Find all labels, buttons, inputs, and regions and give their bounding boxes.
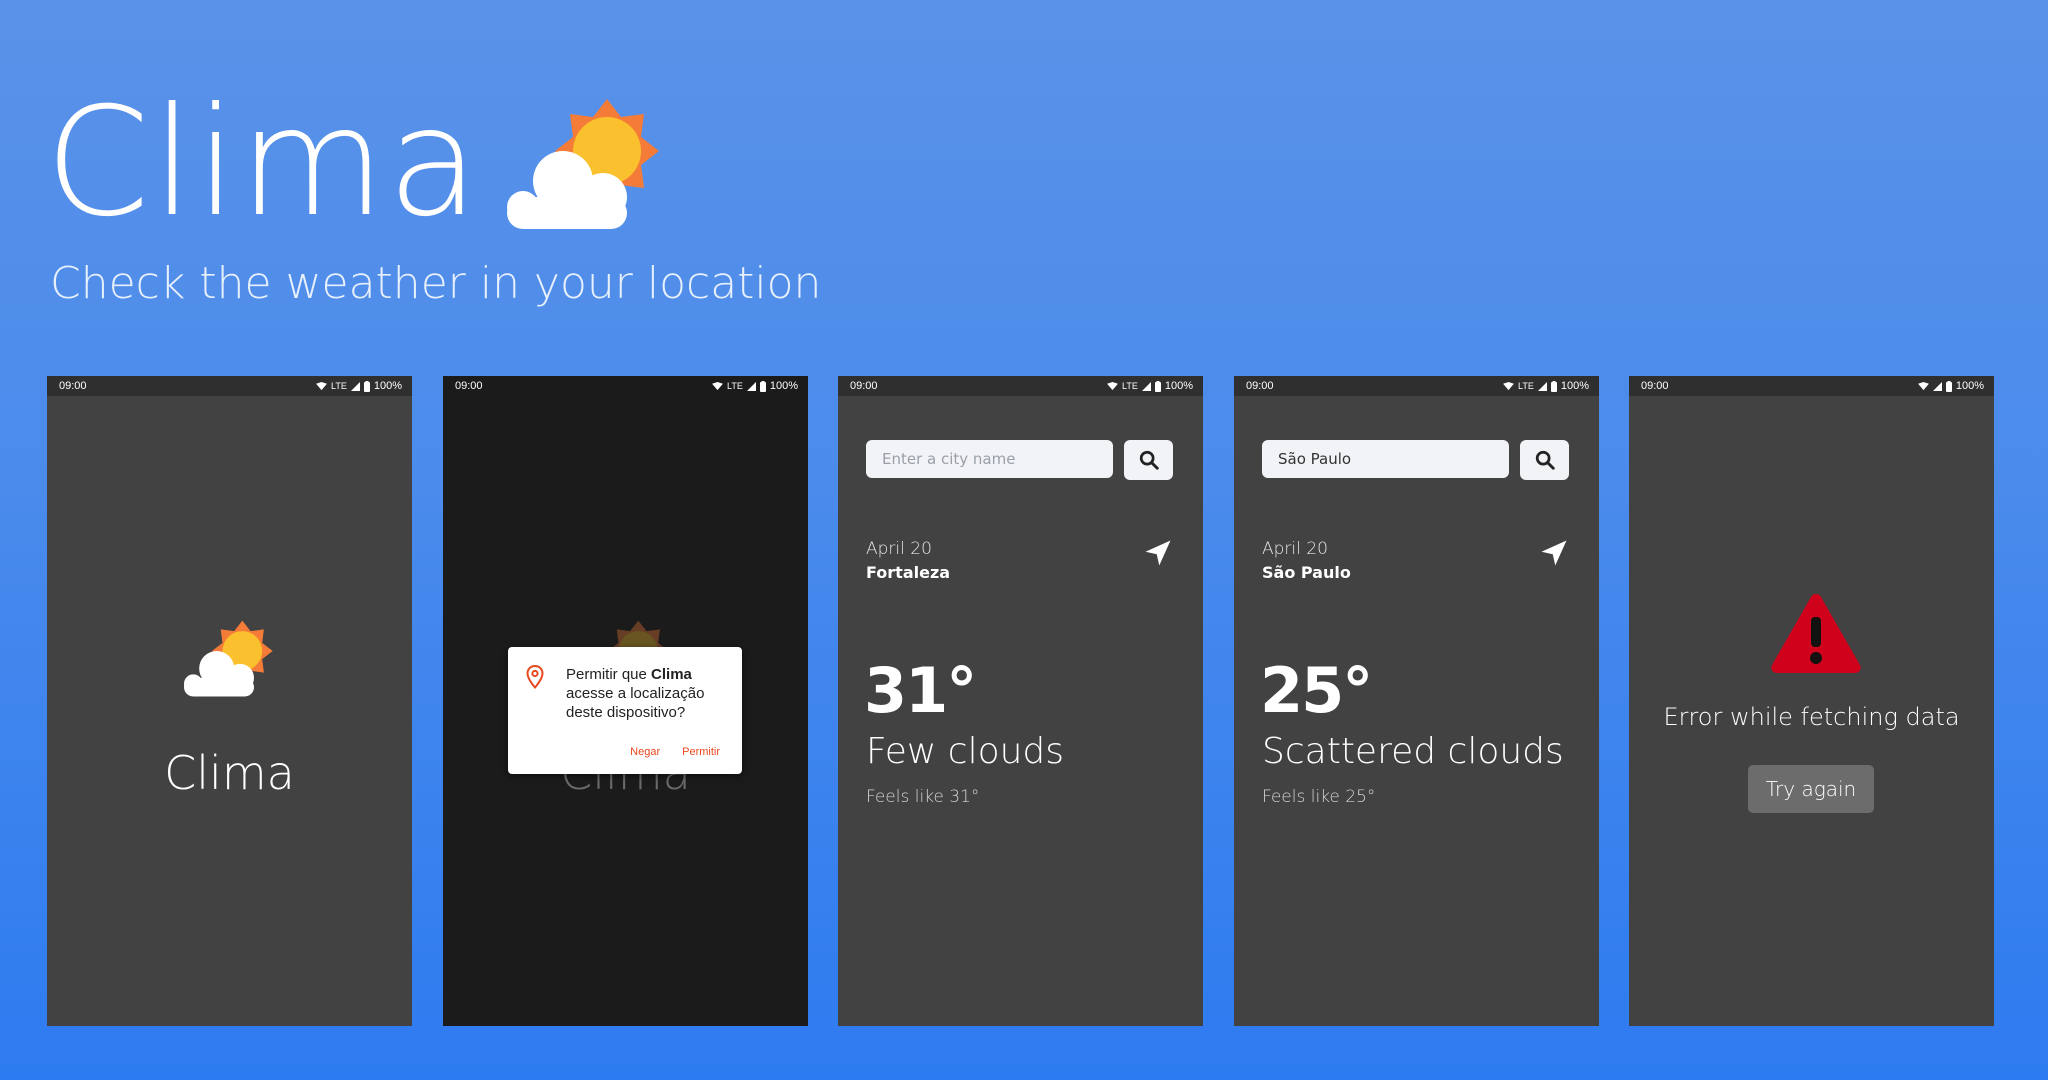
wifi-icon (1503, 382, 1514, 391)
status-bar: 09:00 LTE 100% (1234, 376, 1599, 396)
status-bar: 09:00 100% (1629, 376, 1994, 396)
deny-button[interactable]: Negar (630, 746, 660, 758)
status-bar: 09:00 LTE 100% (838, 376, 1203, 396)
dialog-message: Permitir que Clima acesse a localização … (566, 666, 705, 721)
status-time: 09:00 (1641, 380, 1669, 392)
location-permission-dialog: Permitir que Clima acesse a localização … (508, 647, 742, 774)
error-message: Error while fetching data (1663, 703, 1960, 731)
battery-icon (1551, 381, 1557, 392)
status-time: 09:00 (59, 380, 87, 392)
battery-icon (1155, 381, 1161, 392)
status-time: 09:00 (455, 380, 483, 392)
location-pin-icon (526, 665, 544, 689)
temperature: 31° (864, 654, 977, 727)
city-search-input[interactable] (866, 440, 1113, 478)
city-search-input[interactable] (1262, 440, 1509, 478)
current-location-icon[interactable] (1539, 538, 1569, 568)
status-battery: 100% (1164, 380, 1193, 392)
phone-screen-weather-sao-paulo: 09:00 LTE 100% April 20 São Paulo 25° Sc… (1234, 376, 1599, 1026)
status-time: 09:00 (850, 380, 878, 392)
sun-cloud-icon (495, 93, 675, 233)
sun-cloud-icon (177, 608, 282, 708)
warning-icon (1771, 594, 1861, 673)
wifi-icon (316, 382, 327, 391)
try-again-button[interactable]: Try again (1748, 765, 1874, 813)
search-bar (866, 440, 1173, 480)
status-network: LTE (727, 381, 743, 391)
feels-like: Feels like 25° (1262, 787, 1376, 807)
hero-subtitle: Check the weather in your location (50, 258, 822, 309)
splash-app-name: Clima (164, 746, 295, 800)
weather-date: April 20 (1262, 539, 1328, 559)
search-bar (1262, 440, 1569, 480)
signal-icon (1538, 382, 1547, 391)
status-battery: 100% (769, 380, 798, 392)
search-icon (1534, 449, 1556, 471)
temperature: 25° (1260, 654, 1373, 727)
status-battery: 100% (373, 380, 402, 392)
signal-icon (351, 382, 360, 391)
phone-screen-permission: 09:00 LTE 100% Clima Permitir que Clima … (443, 376, 808, 1026)
status-network: LTE (1122, 381, 1138, 391)
weather-description: Few clouds (866, 731, 1065, 772)
status-bar: 09:00 LTE 100% (443, 376, 808, 396)
phone-screen-splash: 09:00 LTE 100% Clima (47, 376, 412, 1026)
status-network: LTE (331, 381, 347, 391)
phone-screen-weather-fortaleza: 09:00 LTE 100% April 20 Fortaleza 31° Fe… (838, 376, 1203, 1026)
allow-button[interactable]: Permitir (682, 746, 720, 758)
feels-like: Feels like 31° (866, 787, 980, 807)
search-icon (1138, 449, 1160, 471)
weather-date: April 20 (866, 539, 932, 559)
signal-icon (1933, 382, 1942, 391)
battery-icon (1946, 381, 1952, 392)
status-time: 09:00 (1246, 380, 1274, 392)
weather-city: São Paulo (1262, 563, 1351, 582)
search-button[interactable] (1124, 440, 1173, 480)
wifi-icon (712, 382, 723, 391)
battery-icon (760, 381, 766, 392)
status-bar: 09:00 LTE 100% (47, 376, 412, 396)
wifi-icon (1918, 382, 1929, 391)
phone-screen-error: 09:00 100% Error while fetching data Try… (1629, 376, 1994, 1026)
signal-icon (1142, 382, 1151, 391)
current-location-icon[interactable] (1143, 538, 1173, 568)
battery-icon (364, 381, 370, 392)
signal-icon (747, 382, 756, 391)
hero-header: Clima (45, 88, 481, 238)
status-network: LTE (1518, 381, 1534, 391)
wifi-icon (1107, 382, 1118, 391)
weather-description: Scattered clouds (1262, 731, 1564, 772)
search-button[interactable] (1520, 440, 1569, 480)
status-battery: 100% (1560, 380, 1589, 392)
status-battery: 100% (1955, 380, 1984, 392)
weather-city: Fortaleza (866, 563, 951, 582)
hero-title: Clima (45, 76, 482, 250)
